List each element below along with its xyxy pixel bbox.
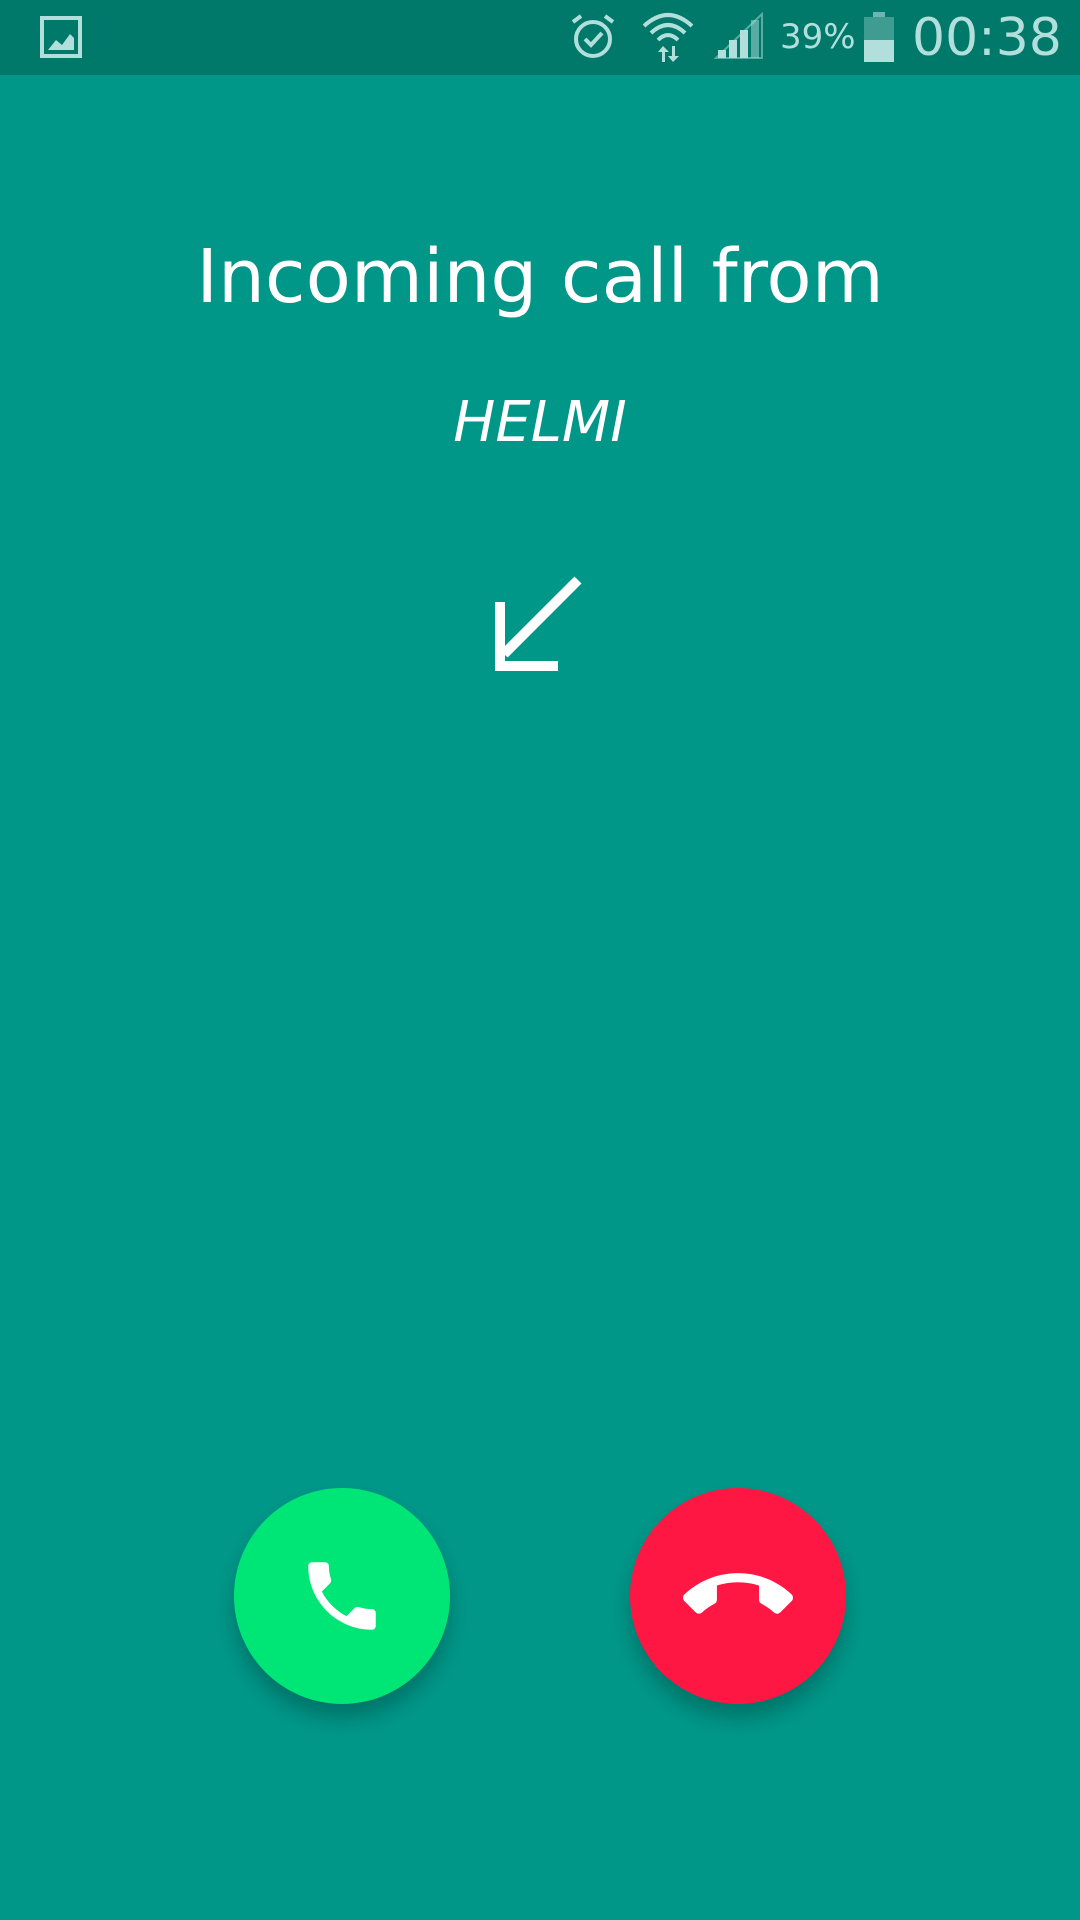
status-bar: 39% 00:38 bbox=[0, 0, 1080, 75]
gallery-notification-icon bbox=[40, 16, 82, 58]
battery-icon bbox=[864, 12, 894, 62]
alarm-icon bbox=[568, 12, 618, 62]
incoming-call-arrow-icon bbox=[490, 576, 590, 676]
battery-percentage: 39% bbox=[780, 17, 856, 57]
decline-call-button[interactable] bbox=[630, 1488, 846, 1704]
caller-name: HELMI bbox=[453, 390, 627, 455]
accept-call-button[interactable] bbox=[234, 1488, 450, 1704]
status-clock: 00:38 bbox=[912, 8, 1062, 68]
signal-strength-icon bbox=[713, 11, 764, 60]
incoming-call-screen: 39% 00:38 Incoming call from HELMI bbox=[0, 0, 1080, 1920]
incoming-call-title: Incoming call from bbox=[196, 234, 884, 320]
wifi-icon bbox=[640, 8, 696, 64]
